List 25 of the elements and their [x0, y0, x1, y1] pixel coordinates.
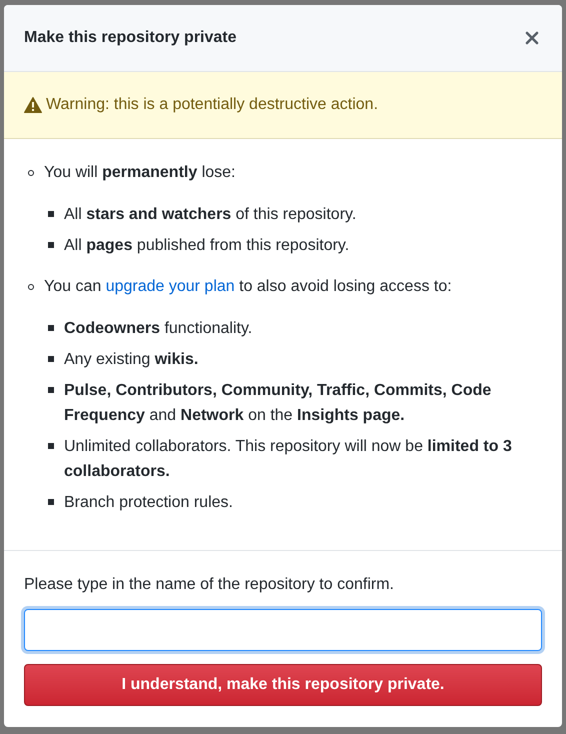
list-item: Any existing wikis.	[64, 350, 198, 370]
confirm-prompt: Please type in the name of the repository to confirm.	[24, 575, 395, 595]
bullet-icon	[48, 387, 54, 393]
dialog-title: Make this repository private	[24, 28, 237, 48]
list-heading: You can upgrade your plan to also avoid losing access to:	[44, 277, 452, 297]
bullet-icon	[28, 170, 34, 176]
list-item: Branch protection rules.	[64, 493, 233, 513]
list-item: All pages published from this repository.	[64, 236, 350, 256]
bullet-icon	[28, 284, 34, 290]
bullet-icon	[48, 242, 54, 248]
warning-icon	[24, 97, 42, 113]
confirm-button[interactable]: I understand, make this repository private.	[24, 664, 542, 706]
repository-name-input[interactable]	[24, 609, 542, 651]
upgrade-link[interactable]: upgrade your plan	[106, 278, 235, 295]
list-item: All stars and watchers of this repository.	[64, 205, 356, 225]
list-heading: You will permanently lose:	[44, 163, 236, 183]
bullet-icon	[48, 325, 54, 331]
bullet-icon	[48, 443, 54, 449]
list-item: Codeowners functionality.	[64, 319, 252, 339]
bullet-icon	[48, 356, 54, 362]
list-item: Unlimited collaborators. This repository will now be limited to 3 collaborators.	[64, 437, 513, 482]
list-item: Pulse, Contributors, Community, Traffic, Commits, Code Frequency and Network on the Insights page.	[64, 381, 492, 426]
bullet-icon	[48, 211, 54, 217]
bullet-icon	[48, 499, 54, 505]
warning-text: Warning: this is a potentially destructive action.	[46, 95, 378, 115]
